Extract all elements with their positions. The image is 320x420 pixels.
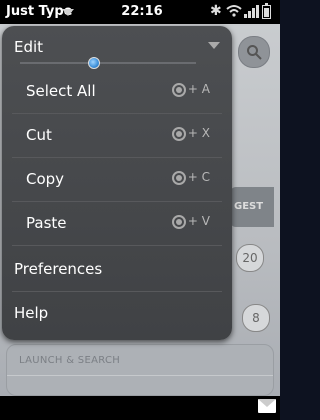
shortcut-key: + C: [187, 170, 210, 184]
shortcut-hint: + V: [171, 214, 210, 229]
chevron-down-icon: [208, 42, 220, 49]
status-bar: Just Type 22:16 ✱: [0, 0, 280, 24]
bottom-bar: [0, 396, 280, 420]
gesture-icon: [171, 214, 186, 229]
menu-item-select-all[interactable]: Select All + A: [2, 70, 232, 114]
menu-item-label: Help: [14, 304, 49, 322]
menu-item-label: Cut: [26, 126, 52, 144]
shortcut-hint: + X: [171, 126, 210, 141]
bluetooth-icon: ✱: [210, 3, 222, 19]
menu-item-label: Paste: [26, 214, 67, 232]
menu-item-help[interactable]: Help: [2, 292, 232, 336]
search-button[interactable]: [238, 36, 270, 68]
clock: 22:16: [121, 4, 163, 19]
menu-item-label: Preferences: [14, 260, 103, 278]
slider-handle[interactable]: [88, 57, 100, 69]
gesture-icon: [171, 170, 186, 185]
menu-item-copy[interactable]: Copy + C: [2, 158, 232, 202]
shortcut-key: + X: [187, 126, 210, 140]
gesture-icon: [171, 126, 186, 141]
suggest-button[interactable]: GEST: [230, 187, 274, 227]
mail-notification-icon[interactable]: [258, 399, 276, 413]
signal-icon: [244, 5, 259, 18]
menu-header-label: Edit: [14, 38, 44, 56]
app-menu: Edit Select All + A Cut + X Copy + C Pas…: [2, 26, 232, 340]
menu-item-label: Copy: [26, 170, 65, 188]
count-badge: 20: [236, 244, 264, 272]
shortcut-key: + V: [187, 214, 210, 228]
menu-item-label: Select All: [26, 82, 96, 100]
menu-item-paste[interactable]: Paste + V: [2, 202, 232, 246]
menu-item-preferences[interactable]: Preferences: [2, 248, 232, 292]
menu-item-cut[interactable]: Cut + X: [2, 114, 232, 158]
shortcut-key: + A: [187, 82, 210, 96]
launch-search-panel: LAUNCH & SEARCH: [6, 344, 274, 396]
gesture-icon: [171, 82, 186, 97]
search-icon: [247, 45, 262, 60]
shortcut-hint: + A: [171, 82, 210, 97]
wifi-icon: [226, 5, 242, 17]
chevron-down-icon[interactable]: [62, 9, 74, 16]
slider-track: [20, 62, 196, 64]
divider: [7, 375, 273, 376]
divider: [12, 245, 222, 246]
count-badge: 8: [242, 304, 270, 332]
section-label: LAUNCH & SEARCH: [19, 355, 121, 366]
shortcut-hint: + C: [171, 170, 210, 185]
battery-icon: [262, 3, 271, 19]
